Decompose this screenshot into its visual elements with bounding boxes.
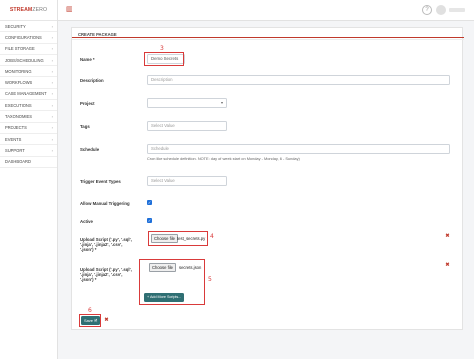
sidebar-item-jobs-scheduling[interactable]: JOBS/SCHEDULING ›: [0, 55, 57, 67]
sidebar-toggle-icon[interactable]: ▥: [66, 6, 74, 14]
sidebar-item-label: FILE STORAGE: [5, 46, 35, 52]
brand-part1: STREAM: [9, 7, 33, 13]
annotation-box-3: [144, 52, 184, 66]
trigger-event-types-select[interactable]: Select Value: [147, 176, 227, 186]
sidebar-item-label: DASHBOARD: [5, 159, 31, 165]
chevron-right-icon: ›: [51, 57, 53, 63]
chevron-right-icon: ›: [51, 136, 53, 142]
sidebar-item-configurations[interactable]: CONFIGURATIONS ›: [0, 32, 57, 44]
brand-logo[interactable]: STREAMZERO: [0, 0, 57, 21]
chevron-right-icon: ›: [51, 23, 53, 29]
annotation-number-6: 6: [88, 307, 92, 314]
chevron-down-icon: ▾: [220, 100, 223, 105]
schedule-label: Schedule: [80, 147, 100, 152]
top-bar: ▥ ?: [58, 0, 474, 21]
avatar[interactable]: [436, 5, 446, 15]
project-select[interactable]: ▾: [147, 98, 227, 108]
chevron-right-icon: ›: [51, 46, 53, 52]
create-package-panel: CREATE PACKAGE Name * Demo Secrets 3 Des…: [71, 27, 464, 330]
sidebar-item-label: CONFIGURATIONS: [5, 34, 42, 40]
sidebar-item-label: SECURITY: [5, 23, 26, 29]
trigger-event-types-label: Trigger Event Types: [80, 179, 121, 184]
sidebar-item-label: PROJECTS: [5, 125, 27, 131]
chevron-right-icon: ›: [51, 91, 53, 97]
remove-script-icon-1[interactable]: ✖: [445, 234, 450, 239]
chevron-right-icon: ›: [51, 80, 53, 86]
name-label: Name *: [80, 57, 95, 62]
sidebar-item-monitoring[interactable]: MONITORING ›: [0, 66, 57, 78]
chevron-right-icon: ›: [51, 147, 53, 153]
chevron-right-icon: ›: [51, 102, 53, 108]
chevron-right-icon: ›: [51, 34, 53, 40]
sidebar-item-file-storage[interactable]: FILE STORAGE ›: [0, 44, 57, 55]
sidebar-item-dashboard[interactable]: DASHBOARD: [0, 157, 57, 168]
panel-accent-line: [72, 37, 464, 38]
sidebar-item-label: CASE MANAGEMENT: [5, 91, 47, 97]
sidebar-item-workflows[interactable]: WORKFLOWS ›: [0, 77, 57, 89]
sidebar-item-label: TAXONOMIES: [5, 114, 32, 120]
brand-part2: ZERO: [32, 7, 48, 13]
remove-script-icon-2[interactable]: ✖: [445, 263, 450, 268]
sidebar-item-label: MONITORING: [5, 68, 32, 74]
annotation-box-4: [148, 231, 208, 246]
description-input[interactable]: Description: [147, 75, 450, 85]
sidebar-item-label: SUPPORT: [5, 147, 25, 153]
chevron-right-icon: ›: [51, 125, 53, 131]
annotation-number-5: 5: [208, 276, 212, 283]
sidebar-item-executions[interactable]: EXECUTIONS ›: [0, 100, 57, 112]
sidebar-item-label: WORKFLOWS: [5, 80, 33, 86]
upload-script-label-2c: '.json') *: [80, 277, 97, 282]
annotation-box-6: [79, 314, 101, 327]
sidebar-item-support[interactable]: SUPPORT ›: [0, 145, 57, 157]
chevron-right-icon: ›: [51, 68, 53, 74]
sidebar-item-case-management[interactable]: CASE MANAGEMENT ›: [0, 89, 57, 101]
sidebar-item-label: EVENTS: [5, 136, 22, 142]
chevron-right-icon: ›: [51, 114, 53, 120]
panel-header: CREATE PACKAGE: [72, 28, 464, 40]
tags-select[interactable]: Select Value: [147, 121, 227, 131]
sidebar-item-label: JOBS/SCHEDULING: [5, 57, 44, 63]
sidebar-item-security[interactable]: SECURITY ›: [0, 21, 57, 33]
sidebar-item-taxonomies[interactable]: TAXONOMIES ›: [0, 111, 57, 123]
annotation-number-3: 3: [160, 45, 164, 52]
user-name-placeholder[interactable]: [449, 8, 465, 12]
project-label: Project: [80, 101, 95, 106]
description-label: Description: [80, 78, 104, 83]
allow-manual-triggering-checkbox[interactable]: ✓: [147, 200, 152, 205]
cancel-icon[interactable]: ✖: [104, 318, 109, 323]
schedule-input[interactable]: Schedule: [147, 144, 450, 154]
upload-script-label-1c: '.json') *: [80, 247, 97, 252]
active-label: Active: [80, 219, 93, 224]
annotation-number-4: 4: [210, 233, 214, 240]
tags-label: Tags: [80, 124, 90, 129]
help-icon[interactable]: ?: [422, 5, 432, 15]
sidebar: STREAMZERO SECURITY › CONFIGURATIONS › FIL…: [0, 0, 58, 359]
schedule-hint: Cron like schedule definition. NOTE: day…: [147, 156, 300, 161]
sidebar-item-events[interactable]: EVENTS ›: [0, 134, 57, 146]
active-checkbox[interactable]: ✓: [147, 218, 152, 223]
annotation-box-5: [139, 259, 205, 305]
sidebar-item-label: EXECUTIONS: [5, 102, 32, 108]
allow-manual-triggering-label: Allow Manual Triggering: [80, 201, 130, 206]
sidebar-item-projects[interactable]: PROJECTS ›: [0, 123, 57, 134]
